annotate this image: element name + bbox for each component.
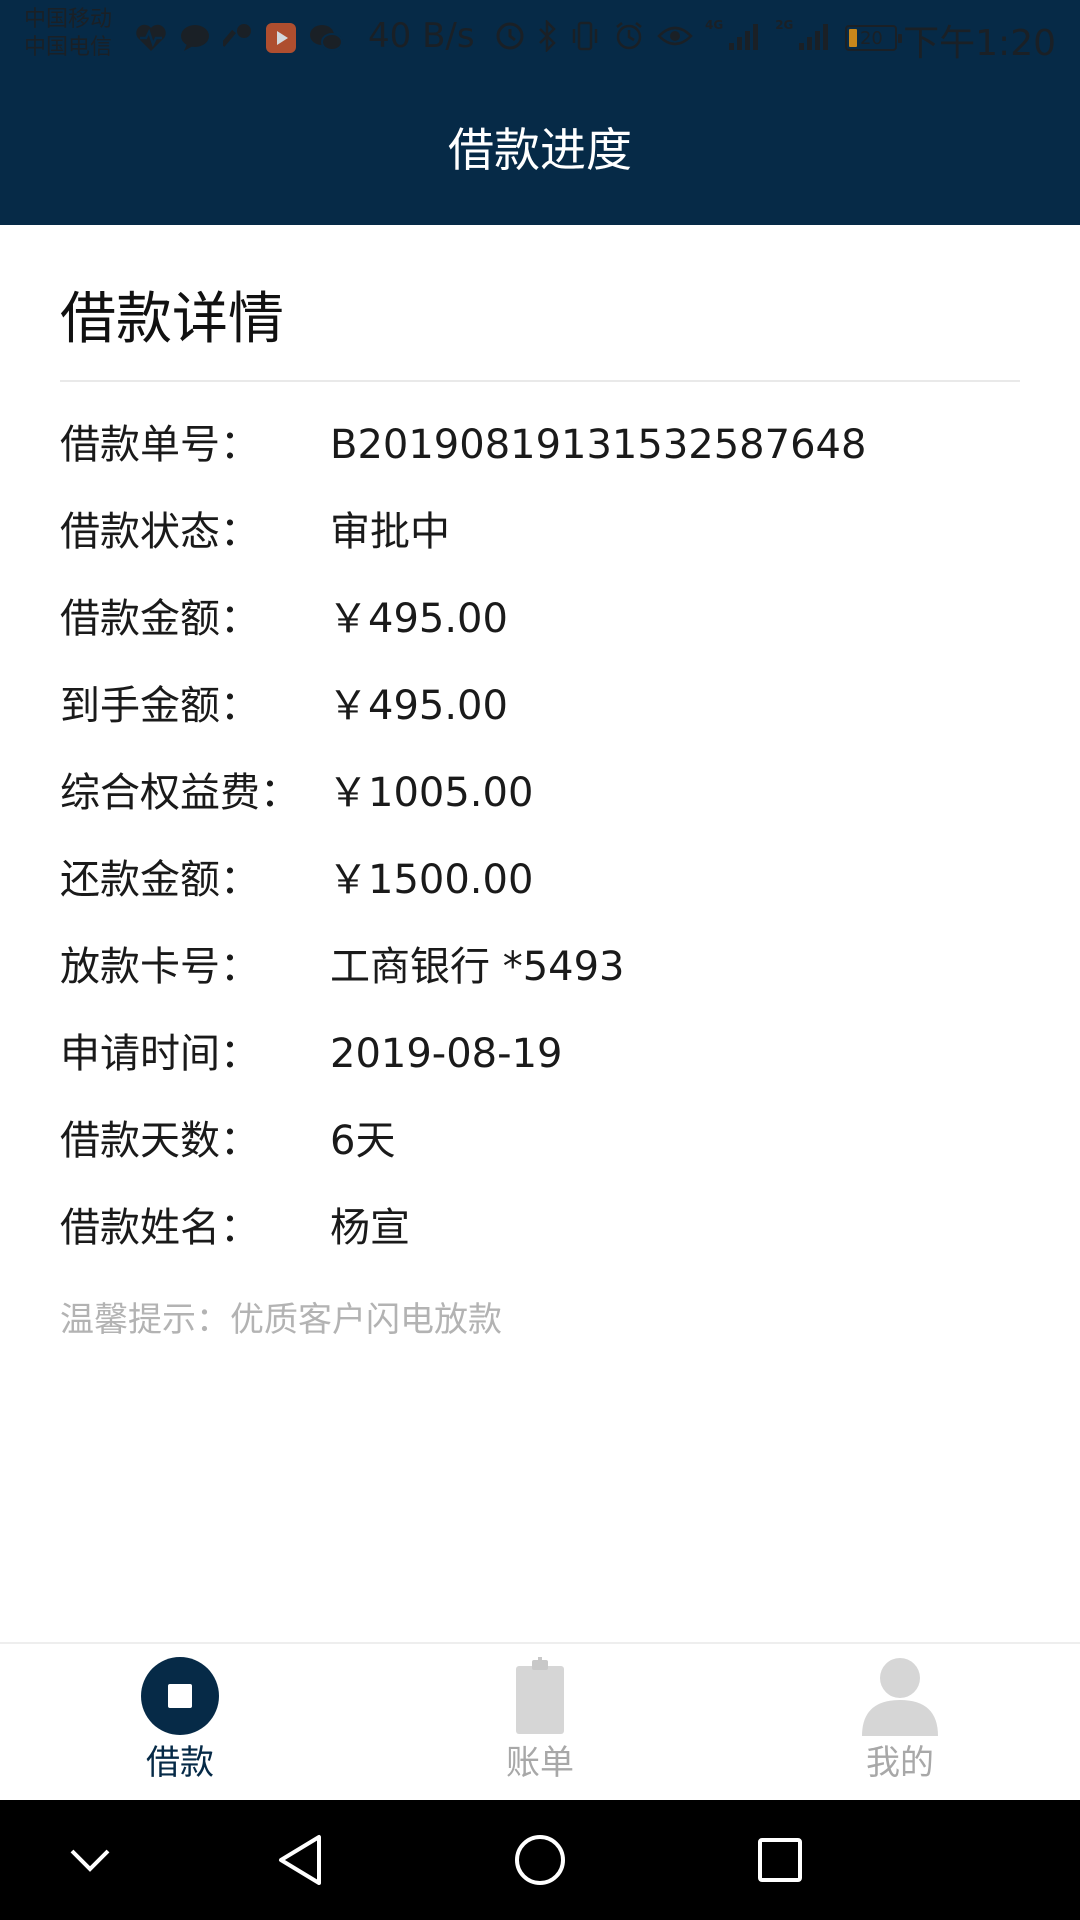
heart-rate-icon	[135, 23, 167, 53]
detail-label: 到手金额：	[60, 683, 260, 729]
recents-icon[interactable]	[750, 1830, 810, 1890]
detail-label: 借款金额：	[60, 596, 260, 642]
notification-icons	[135, 20, 343, 56]
detail-value: B20190819131532587648	[330, 422, 867, 468]
signal-2-label: 2G	[775, 18, 794, 32]
tab-label: 账单	[506, 1743, 574, 1783]
detail-label: 综合权益费：	[60, 770, 300, 816]
tab-profile[interactable]: 我的	[800, 1656, 1000, 1796]
detail-label: 借款天数：	[60, 1118, 260, 1164]
wechat-icon	[309, 23, 343, 53]
alarm-icon	[613, 20, 645, 56]
bottom-tab-bar: 借款 账单 我的	[0, 1642, 1080, 1802]
detail-label: 申请时间：	[60, 1031, 260, 1077]
signal-1-icon	[727, 21, 763, 55]
carrier-2: 中国电信	[24, 35, 113, 60]
net-speed: 40 B/s	[368, 16, 475, 56]
detail-row-card-number: 放款卡号： 工商银行 *5493	[60, 937, 1020, 1024]
detail-row-repayment-amount: 还款金额： ￥1500.00	[60, 850, 1020, 937]
detail-list: 借款单号： B20190819131532587648 借款状态： 审批中 借款…	[60, 415, 1020, 1285]
detail-label: 借款单号：	[60, 422, 260, 468]
detail-label: 借款姓名：	[60, 1205, 260, 1251]
detail-row-service-fee: 综合权益费： ￥1005.00	[60, 763, 1020, 850]
bluetooth-icon	[537, 18, 557, 56]
detail-label: 放款卡号：	[60, 944, 260, 990]
collapse-icon[interactable]	[60, 1830, 120, 1890]
profile-icon	[860, 1656, 940, 1736]
loan-icon	[140, 1656, 220, 1736]
tab-loan[interactable]: 借款	[80, 1656, 280, 1796]
detail-row-status: 借款状态： 审批中	[60, 502, 1020, 589]
tab-label: 我的	[866, 1743, 934, 1783]
battery-fill	[849, 29, 858, 47]
signal-1-label: 4G	[705, 18, 724, 32]
section-title: 借款详情	[60, 287, 284, 352]
detail-value: ￥1500.00	[328, 857, 534, 903]
detail-label: 借款状态：	[60, 509, 260, 555]
detail-row-loan-days: 借款天数： 6天	[60, 1111, 1020, 1198]
system-nav-bar	[0, 1800, 1080, 1920]
system-status-icons: 4G 2G 20	[495, 18, 903, 58]
loan-detail-content: 借款详情 借款单号： B20190819131532587648 借款状态： 审…	[0, 225, 1080, 1642]
detail-row-borrower-name: 借款姓名： 杨宣	[60, 1198, 1020, 1285]
data-saver-icon	[495, 21, 525, 55]
key-icon	[223, 22, 253, 54]
detail-value: 6天	[330, 1118, 396, 1164]
page-title: 借款进度	[448, 123, 632, 177]
tip-text: 温馨提示：优质客户闪电放款	[60, 1300, 502, 1340]
detail-row-loan-number: 借款单号： B20190819131532587648	[60, 415, 1020, 502]
signal-2-icon	[797, 21, 833, 55]
bill-icon	[500, 1656, 580, 1736]
eye-comfort-icon	[657, 22, 693, 54]
detail-row-apply-date: 申请时间： 2019-08-19	[60, 1024, 1020, 1111]
video-app-icon	[265, 22, 297, 54]
tab-label: 借款	[146, 1743, 214, 1783]
vibrate-icon	[569, 20, 601, 56]
detail-row-loan-amount: 借款金额： ￥495.00	[60, 589, 1020, 676]
status-bar: 中国移动 中国电信 40 B/s 4G 2G 20 下午1:20	[0, 0, 1080, 78]
detail-row-received-amount: 到手金额： ￥495.00	[60, 676, 1020, 763]
detail-value: ￥495.00	[328, 683, 508, 729]
carrier-1: 中国移动	[24, 7, 113, 32]
battery-icon: 20	[845, 25, 903, 51]
detail-value: 杨宣	[330, 1205, 410, 1251]
detail-value: ￥495.00	[328, 596, 508, 642]
detail-value: 审批中	[330, 509, 450, 555]
message-icon	[179, 23, 211, 53]
tab-bill[interactable]: 账单	[440, 1656, 640, 1796]
back-icon[interactable]	[270, 1830, 330, 1890]
detail-value: 2019-08-19	[330, 1031, 563, 1077]
header: 中国移动 中国电信 40 B/s 4G 2G 20 下午1:20 借款进度	[0, 0, 1080, 225]
home-icon[interactable]	[510, 1830, 570, 1890]
status-time: 下午1:20	[903, 23, 1056, 64]
detail-label: 还款金额：	[60, 857, 260, 903]
divider	[60, 380, 1020, 382]
detail-value: 工商银行 *5493	[330, 944, 625, 990]
battery-level: 20	[859, 27, 883, 49]
carrier-info: 中国移动 中国电信	[24, 6, 134, 62]
detail-value: ￥1005.00	[328, 770, 534, 816]
screen: 中国移动 中国电信 40 B/s 4G 2G 20 下午1:20 借款进度 借款…	[0, 0, 1080, 1920]
